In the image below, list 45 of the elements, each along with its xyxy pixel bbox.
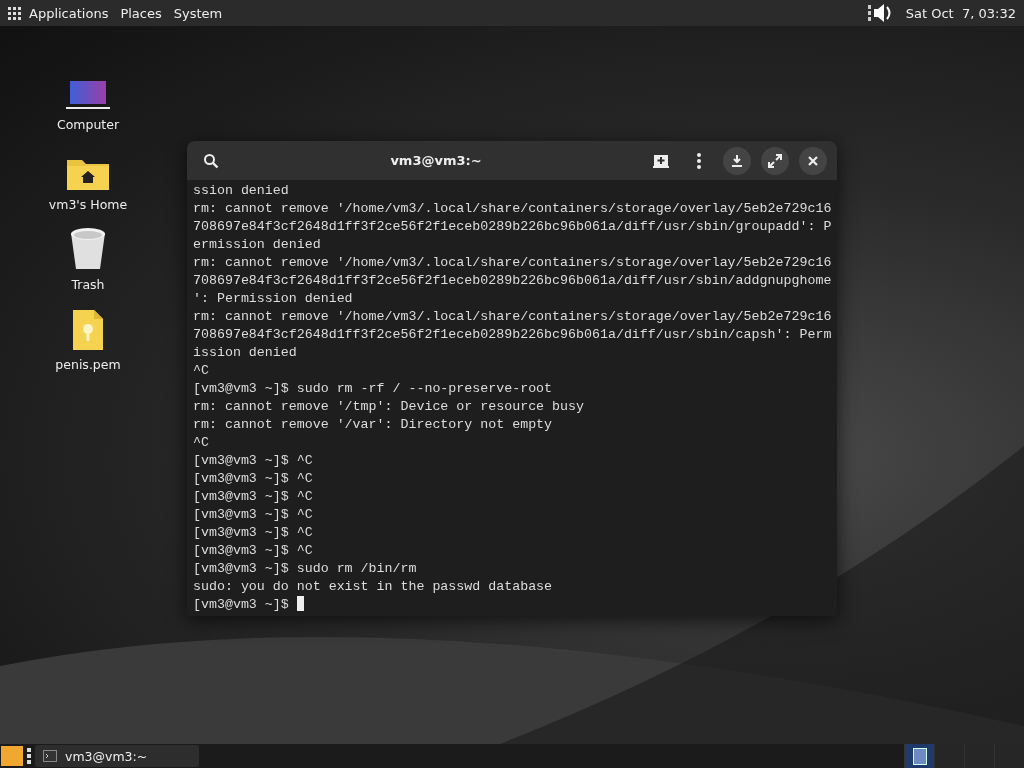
terminal-prompt: [vm3@vm3 ~]$ [193,597,289,612]
desktop-icon-label[interactable]: Computer [56,117,120,132]
panel-menu[interactable]: Places [120,5,162,21]
window-title: vm3@vm3:~ [389,153,483,168]
panel-menu[interactable]: Applications [29,5,109,21]
terminal-line: 708697e84f3cf2648d1ff3f2ce56f2f1eceb0289b226bc96b061a/diff/usr/sbin/addgnupghome [193,272,831,290]
terminal-line: 708697e84f3cf2648d1ff3f2ce56f2f1eceb0289b226bc96b061a/diff/usr/sbin/capsh': Perm [193,326,831,344]
terminal-line: ^C [193,434,210,452]
close-icon[interactable] [799,146,827,175]
terminal-icon [43,750,57,762]
text-cursor [296,596,304,611]
trash-icon [69,227,107,271]
desktop-icon-label[interactable]: vm3's Home [48,197,128,212]
laptop-icon [66,81,110,111]
terminal-line: [vm3@vm3 ~]$ sudo rm -rf / --no-preserve-root [193,380,554,398]
terminal-line: [vm3@vm3 ~]$ ^C [193,542,314,560]
terminal-line: sudo: you do not exist in the passwd database [193,578,554,596]
terminal-line: rm: cannot remove '/var': Directory not empty [193,416,554,434]
terminal-line: ission denied [193,344,298,362]
desktop-icon-label[interactable]: penis.pem [55,357,121,372]
terminal-line: [vm3@vm3 ~]$ ^C [193,524,314,542]
key-file-icon [72,309,104,351]
desktop-icon-label[interactable]: Trash [71,277,105,292]
terminal-line: [vm3@vm3 ~]$ ^C [193,488,314,506]
terminal-line: ': Permission denied [193,290,354,308]
terminal-line: ssion denied [193,182,290,200]
taskbar-button[interactable]: vm3@vm3:~ [35,745,199,767]
apps-grid-icon[interactable] [8,6,21,20]
terminal-line: [vm3@vm3 ~]$ ^C [193,506,314,524]
terminal-line: [vm3@vm3 ~]$ ^C [193,470,314,488]
drag-handle-icon[interactable] [27,748,31,764]
terminal-line: rm: cannot remove '/tmp': Device or resource busy [193,398,585,416]
panel-menu[interactable]: System [173,5,223,21]
terminal-line: [vm3@vm3 ~]$ ^C [193,452,314,470]
terminal-line: rm: cannot remove '/home/vm3/.local/share/containers/storage/overlay/5eb2e729c16 [193,200,831,218]
terminal-line: ^C [193,362,210,380]
terminal-line: rm: cannot remove '/home/vm3/.local/share/containers/storage/overlay/5eb2e729c16 [193,254,831,272]
clock[interactable]: Sat Oct 7, 03:32 [905,5,1016,21]
terminal-line: [vm3@vm3 ~]$ sudo rm /bin/rm [193,560,418,578]
home-folder-icon [66,157,110,191]
terminal-line: rm: cannot remove '/home/vm3/.local/share/containers/storage/overlay/5eb2e729c16 [193,308,831,326]
terminal-line: 708697e84f3cf2648d1ff3f2ce56f2f1eceb0289b226bc96b061a/diff/usr/sbin/groupadd': P [193,218,831,236]
terminal-line: ermission denied [193,236,322,254]
workspace-button[interactable] [904,744,934,768]
maximize-icon[interactable] [761,146,789,175]
